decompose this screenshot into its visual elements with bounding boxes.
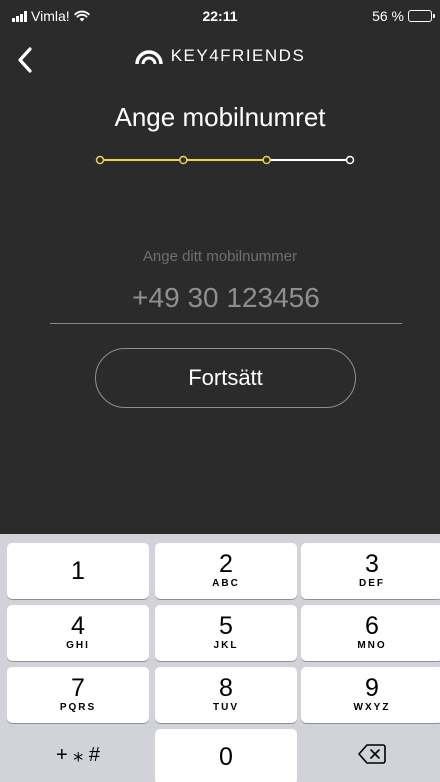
battery-percent: 56 % [372,8,404,24]
page-title: Ange mobilnumret [114,102,326,132]
cellular-signal-icon [12,10,27,22]
carrier-name: Vimla! [31,8,70,24]
key-letters: ABC [212,578,240,589]
continue-button[interactable]: Fortsätt [95,348,356,408]
key-letters: JKL [213,640,239,651]
key-4[interactable]: 4 GHI [7,605,149,661]
key-letters: TUV [213,702,239,713]
progress-step-dot [179,155,188,165]
status-right: 56 % [372,8,435,24]
phone-number-input[interactable] [50,272,402,324]
key-digit: 4 [71,612,85,640]
key-letters: GHI [66,640,90,651]
key-3[interactable]: 3 DEF [301,543,440,599]
status-bar: Vimla! 22:11 56 % [0,0,440,32]
key-digit: 7 [71,674,85,702]
key-2[interactable]: 2 ABC [155,543,297,599]
status-left: Vimla! [12,8,90,24]
backspace-icon [358,744,386,764]
brand-name: KEY4FRIENDS [170,46,306,65]
key-letters: WXYZ [353,702,391,713]
numeric-keyboard: 1 2 ABC 3 DEF 4 GHI 5 JKL 6 MNO 7 PQRS 8… [0,534,440,782]
key-digit: 2 [219,550,233,578]
header: KEY4FRIENDS [0,32,440,92]
battery-icon [408,10,435,22]
progress-step-dot [345,155,355,165]
key-9[interactable]: 9 WXYZ [301,667,440,723]
key-digit: 6 [365,612,379,640]
key-symbols[interactable]: + ⁎ # [7,726,149,782]
key-digit: 0 [219,743,233,771]
key-5[interactable]: 5 JKL [155,605,297,661]
key-digit: 3 [365,550,379,578]
key-letters: PQRS [59,702,97,713]
progress-step-dot [262,155,271,165]
key4friends-logo-icon [134,50,163,65]
key-0[interactable]: 0 [155,729,297,782]
progress-step-dot [95,155,105,165]
key-symbols-label: + ⁎ # [56,744,100,766]
progress-stepper [95,155,355,165]
key-digit: 8 [219,674,233,702]
key-digit: 1 [71,557,85,585]
brand-logo: KEY4FRIENDS [0,46,440,66]
key-digit: 9 [365,674,379,702]
key-letters: MNO [357,640,387,651]
wifi-icon [73,10,90,22]
key-1[interactable]: 1 [7,543,149,599]
key-6[interactable]: 6 MNO [301,605,440,661]
key-digit: 5 [219,612,233,640]
key-7[interactable]: 7 PQRS [7,667,149,723]
phone-field-label: Ange ditt mobilnummer [142,248,298,265]
key-8[interactable]: 8 TUV [155,667,297,723]
key-letters: DEF [359,578,385,589]
key-delete[interactable] [301,726,440,782]
